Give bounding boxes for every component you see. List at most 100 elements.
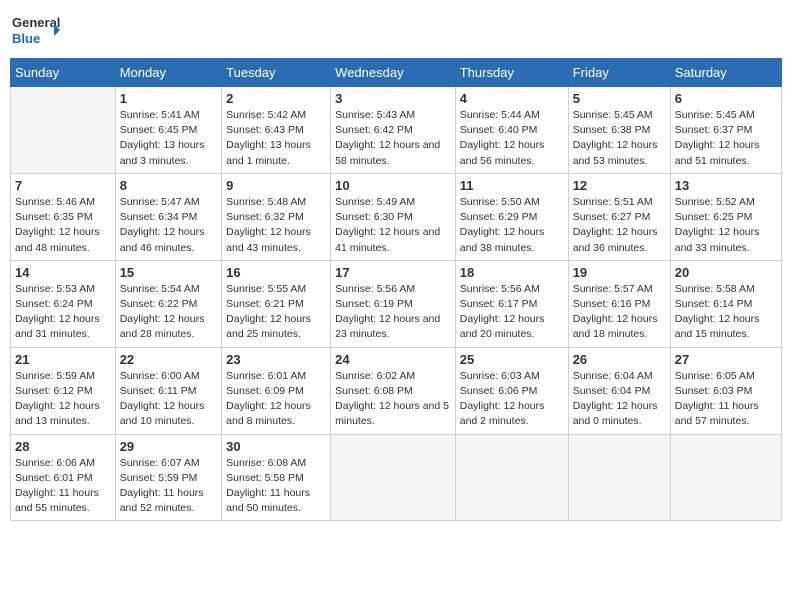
day-number: 12 [573,178,666,193]
weekday-wednesday: Wednesday [331,59,456,87]
calendar-cell [568,434,670,521]
day-info: Sunrise: 5:59 AM Sunset: 6:12 PM Dayligh… [15,369,111,430]
calendar-cell: 2 Sunrise: 5:42 AM Sunset: 6:43 PM Daylig… [222,87,331,174]
day-info: Sunrise: 5:57 AM Sunset: 6:16 PM Dayligh… [573,282,666,343]
calendar-cell: 18 Sunrise: 5:56 AM Sunset: 6:17 PM Dayli… [455,260,568,347]
day-number: 18 [460,265,564,280]
day-number: 14 [15,265,111,280]
logo-svg: General Blue [10,10,60,50]
day-info: Sunrise: 6:03 AM Sunset: 6:06 PM Dayligh… [460,369,564,430]
calendar-cell [455,434,568,521]
calendar-cell: 5Sunrise: 5:45 AM Sunset: 6:38 PM Daylig… [568,87,670,174]
day-number: 1 [120,91,217,106]
calendar-cell: 3 Sunrise: 5:43 AM Sunset: 6:42 PM Daylig… [331,87,456,174]
weekday-saturday: Saturday [670,59,781,87]
calendar-cell: 20 Sunrise: 5:58 AM Sunset: 6:14 PM Dayli… [670,260,781,347]
day-number: 19 [573,265,666,280]
calendar-cell: 12Sunrise: 5:51 AM Sunset: 6:27 PM Dayli… [568,173,670,260]
day-info: Sunrise: 5:53 AM Sunset: 6:24 PM Dayligh… [15,282,111,343]
day-number: 27 [675,352,777,367]
day-info: Sunrise: 5:54 AM Sunset: 6:22 PM Dayligh… [120,282,217,343]
calendar-cell: 8Sunrise: 5:47 AM Sunset: 6:34 PM Daylig… [115,173,221,260]
day-info: Sunrise: 5:41 AM Sunset: 6:45 PM Dayligh… [120,108,217,169]
calendar-cell: 24Sunrise: 6:02 AM Sunset: 6:08 PM Dayli… [331,347,456,434]
calendar-cell: 30Sunrise: 6:08 AM Sunset: 5:58 PM Dayli… [222,434,331,521]
day-info: Sunrise: 5:55 AM Sunset: 6:21 PM Dayligh… [226,282,326,343]
day-info: Sunrise: 5:56 AM Sunset: 6:19 PM Dayligh… [335,282,451,343]
calendar-week-2: 7Sunrise: 5:46 AM Sunset: 6:35 PM Daylig… [11,173,782,260]
calendar-cell: 9 Sunrise: 5:48 AM Sunset: 6:32 PM Daylig… [222,173,331,260]
calendar-cell: 15 Sunrise: 5:54 AM Sunset: 6:22 PM Dayli… [115,260,221,347]
day-number: 5 [573,91,666,106]
day-number: 16 [226,265,326,280]
day-info: Sunrise: 6:01 AM Sunset: 6:09 PM Dayligh… [226,369,326,430]
weekday-sunday: Sunday [11,59,116,87]
day-info: Sunrise: 6:06 AM Sunset: 6:01 PM Dayligh… [15,456,111,517]
calendar-cell: 23Sunrise: 6:01 AM Sunset: 6:09 PM Dayli… [222,347,331,434]
calendar-cell: 19 Sunrise: 5:57 AM Sunset: 6:16 PM Dayli… [568,260,670,347]
day-number: 15 [120,265,217,280]
weekday-tuesday: Tuesday [222,59,331,87]
day-number: 20 [675,265,777,280]
day-number: 2 [226,91,326,106]
calendar-week-1: 1 Sunrise: 5:41 AM Sunset: 6:45 PM Daylig… [11,87,782,174]
page-header: General Blue [10,10,782,50]
day-number: 11 [460,178,564,193]
day-info: Sunrise: 5:47 AM Sunset: 6:34 PM Dayligh… [120,195,217,256]
day-info: Sunrise: 5:48 AM Sunset: 6:32 PM Dayligh… [226,195,326,256]
calendar-cell: 7Sunrise: 5:46 AM Sunset: 6:35 PM Daylig… [11,173,116,260]
calendar-cell: 10Sunrise: 5:49 AM Sunset: 6:30 PM Dayli… [331,173,456,260]
calendar-table: SundayMondayTuesdayWednesdayThursdayFrid… [10,58,782,521]
weekday-monday: Monday [115,59,221,87]
day-number: 28 [15,439,111,454]
logo: General Blue [10,10,60,50]
day-info: Sunrise: 6:07 AM Sunset: 5:59 PM Dayligh… [120,456,217,517]
calendar-cell: 16 Sunrise: 5:55 AM Sunset: 6:21 PM Dayli… [222,260,331,347]
day-number: 3 [335,91,451,106]
day-info: Sunrise: 5:58 AM Sunset: 6:14 PM Dayligh… [675,282,777,343]
day-number: 9 [226,178,326,193]
day-info: Sunrise: 6:05 AM Sunset: 6:03 PM Dayligh… [675,369,777,430]
day-info: Sunrise: 5:49 AM Sunset: 6:30 PM Dayligh… [335,195,451,256]
day-number: 4 [460,91,564,106]
calendar-cell [11,87,116,174]
calendar-cell [331,434,456,521]
calendar-body: 1 Sunrise: 5:41 AM Sunset: 6:45 PM Daylig… [11,87,782,521]
day-info: Sunrise: 5:52 AM Sunset: 6:25 PM Dayligh… [675,195,777,256]
day-number: 26 [573,352,666,367]
calendar-cell: 21Sunrise: 5:59 AM Sunset: 6:12 PM Dayli… [11,347,116,434]
calendar-cell [670,434,781,521]
calendar-cell: 17 Sunrise: 5:56 AM Sunset: 6:19 PM Dayli… [331,260,456,347]
calendar-week-5: 28 Sunrise: 6:06 AM Sunset: 6:01 PM Dayli… [11,434,782,521]
day-number: 6 [675,91,777,106]
weekday-header-row: SundayMondayTuesdayWednesdayThursdayFrid… [11,59,782,87]
day-info: Sunrise: 6:04 AM Sunset: 6:04 PM Dayligh… [573,369,666,430]
day-number: 25 [460,352,564,367]
calendar-cell: 22Sunrise: 6:00 AM Sunset: 6:11 PM Dayli… [115,347,221,434]
day-number: 24 [335,352,451,367]
day-info: Sunrise: 5:44 AM Sunset: 6:40 PM Dayligh… [460,108,564,169]
day-info: Sunrise: 5:50 AM Sunset: 6:29 PM Dayligh… [460,195,564,256]
calendar-week-3: 14 Sunrise: 5:53 AM Sunset: 6:24 PM Dayli… [11,260,782,347]
calendar-cell: 4 Sunrise: 5:44 AM Sunset: 6:40 PM Daylig… [455,87,568,174]
svg-text:General: General [12,15,60,30]
calendar-week-4: 21Sunrise: 5:59 AM Sunset: 6:12 PM Dayli… [11,347,782,434]
calendar-cell: 27 Sunrise: 6:05 AM Sunset: 6:03 PM Dayli… [670,347,781,434]
day-info: Sunrise: 5:43 AM Sunset: 6:42 PM Dayligh… [335,108,451,169]
day-info: Sunrise: 6:00 AM Sunset: 6:11 PM Dayligh… [120,369,217,430]
day-info: Sunrise: 5:56 AM Sunset: 6:17 PM Dayligh… [460,282,564,343]
day-number: 17 [335,265,451,280]
day-info: Sunrise: 5:45 AM Sunset: 6:37 PM Dayligh… [675,108,777,169]
calendar-cell: 6 Sunrise: 5:45 AM Sunset: 6:37 PM Daylig… [670,87,781,174]
svg-text:Blue: Blue [12,31,40,46]
day-number: 13 [675,178,777,193]
logo-combined: General Blue [10,10,60,50]
calendar-cell: 28 Sunrise: 6:06 AM Sunset: 6:01 PM Dayli… [11,434,116,521]
day-info: Sunrise: 5:42 AM Sunset: 6:43 PM Dayligh… [226,108,326,169]
day-number: 7 [15,178,111,193]
weekday-friday: Friday [568,59,670,87]
calendar-cell: 26 Sunrise: 6:04 AM Sunset: 6:04 PM Dayli… [568,347,670,434]
day-number: 29 [120,439,217,454]
calendar-cell: 25 Sunrise: 6:03 AM Sunset: 6:06 PM Dayli… [455,347,568,434]
calendar-cell: 14 Sunrise: 5:53 AM Sunset: 6:24 PM Dayli… [11,260,116,347]
